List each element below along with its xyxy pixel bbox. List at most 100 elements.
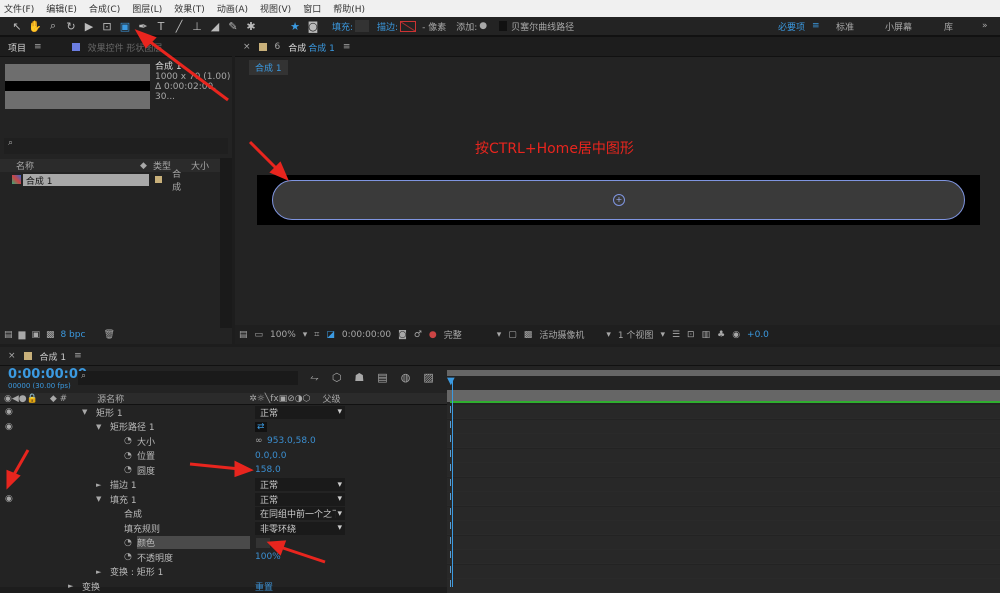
- grid-icon[interactable]: ▩: [524, 330, 533, 340]
- property-value[interactable]: 100%: [255, 552, 281, 562]
- layer-property-row[interactable]: ◔ 位置 0.0,0.0: [0, 449, 447, 463]
- tab-timeline-comp[interactable]: 合成 1: [40, 350, 67, 363]
- expand-arrow-icon[interactable]: ▼: [96, 495, 101, 503]
- tab-project[interactable]: 项目: [8, 41, 26, 54]
- timeline-track[interactable]: [447, 463, 1000, 477]
- roto-brush-tool-icon[interactable]: ✎: [224, 20, 242, 33]
- snapshot-icon[interactable]: ◙: [398, 330, 407, 340]
- time-ruler[interactable]: [447, 376, 1000, 390]
- show-snapshot-icon[interactable]: ♂: [414, 330, 422, 340]
- always-preview-icon[interactable]: ▤: [239, 330, 248, 340]
- viewer-timecode[interactable]: 0:00:00:00: [342, 330, 391, 340]
- timeline-track[interactable]: [447, 579, 1000, 593]
- layer-property-row[interactable]: ► 描边 1 正常 ▾: [0, 478, 447, 492]
- timeline-track[interactable]: [447, 550, 1000, 564]
- new-folder-icon[interactable]: ▆: [19, 330, 26, 340]
- layer-property-row[interactable]: ◔ 颜色 ⊸: [0, 536, 447, 550]
- timeline-track[interactable]: [447, 448, 1000, 463]
- property-value[interactable]: 953.0,58.0: [267, 436, 316, 446]
- mode-dropdown[interactable]: 正常 ▾: [255, 492, 345, 506]
- tab-effect-controls[interactable]: 效果控件 形状图层: [88, 41, 163, 54]
- close-icon[interactable]: ×: [8, 351, 16, 361]
- stopwatch-icon[interactable]: ◔: [124, 465, 132, 475]
- anchor-point-icon[interactable]: +: [613, 194, 625, 206]
- menu-item[interactable]: 窗口: [303, 2, 321, 15]
- timeline-track[interactable]: [447, 405, 1000, 419]
- fill-swatch[interactable]: [355, 20, 370, 32]
- workspace-standard[interactable]: 标准: [836, 20, 854, 33]
- playhead-handle-icon[interactable]: ▼: [447, 376, 455, 387]
- frame-blending-icon[interactable]: ▤: [377, 371, 387, 385]
- layer-property-row[interactable]: ◉ ▼ 填充 1 正常 ▾: [0, 492, 447, 506]
- pen-tool-icon[interactable]: ✒: [134, 20, 152, 33]
- property-value[interactable]: 0.0,0.0: [255, 451, 287, 461]
- col-name[interactable]: 名称: [16, 159, 34, 172]
- menu-item[interactable]: 视图(V): [260, 2, 291, 15]
- transparency-grid-icon[interactable]: ◪: [326, 330, 335, 340]
- mode-dropdown[interactable]: 正常 ▾: [255, 478, 345, 491]
- col-source-name[interactable]: 源名称: [97, 392, 124, 405]
- stroke-swatch[interactable]: [400, 20, 417, 32]
- collapse-arrow-icon[interactable]: ►: [96, 568, 101, 576]
- resolution-dropdown[interactable]: 完整: [444, 328, 490, 341]
- layer-property-row[interactable]: ◉ ▼ 矩形路径 1 ⇄: [0, 420, 447, 434]
- flowchart-icon[interactable]: ♣: [717, 330, 725, 340]
- bpc-button[interactable]: 8 bpc: [60, 330, 85, 340]
- brush-tool-icon[interactable]: ╱: [170, 20, 188, 33]
- project-item[interactable]: 合成 1 合成 ♣: [0, 170, 232, 193]
- col-parent[interactable]: 父级: [322, 392, 340, 405]
- layer-property-row[interactable]: ◔ 不透明度 100%: [0, 550, 447, 564]
- menu-item[interactable]: 效果(T): [174, 2, 205, 15]
- timeline-track[interactable]: [447, 564, 1000, 579]
- shy-icon[interactable]: ☗: [354, 371, 364, 385]
- expand-arrow-icon[interactable]: ▼: [96, 423, 101, 431]
- zoom-tool-icon[interactable]: ⌕: [44, 19, 62, 33]
- add-icon[interactable]: ●: [479, 21, 487, 31]
- clone-stamp-tool-icon[interactable]: ⊥: [188, 20, 206, 33]
- expand-arrow-icon[interactable]: ▼: [82, 408, 87, 416]
- timeline-icon[interactable]: ▥: [702, 330, 711, 340]
- timeline-track[interactable]: [447, 521, 1000, 535]
- eye-icon[interactable]: ◉: [5, 407, 13, 417]
- project-search-input[interactable]: ⌕: [4, 138, 228, 154]
- rotate-tool-icon[interactable]: ↻: [62, 20, 80, 33]
- channel-icon[interactable]: ●: [429, 330, 437, 340]
- hand-tool-icon[interactable]: ✋: [26, 20, 44, 33]
- more-workspaces[interactable]: »: [982, 21, 988, 31]
- timeline-track[interactable]: [447, 419, 1000, 434]
- mode-dropdown[interactable]: 正常 ▾: [255, 405, 345, 419]
- trash-icon[interactable]: 🗑: [103, 330, 114, 340]
- workspace-small-screen[interactable]: 小屏幕: [885, 20, 912, 33]
- stopwatch-icon[interactable]: ◔: [124, 552, 132, 562]
- playhead[interactable]: [452, 378, 453, 587]
- item-name[interactable]: 合成 1: [22, 173, 150, 187]
- layer-property-row[interactable]: ► 变换 重置: [0, 579, 447, 593]
- workspace-library[interactable]: 库: [944, 20, 953, 33]
- color-swatch[interactable]: [256, 537, 270, 548]
- layer-property-row[interactable]: ◉ ▼ 矩形 1 正常 ▾: [0, 405, 447, 419]
- timeline-search-input[interactable]: ⌕: [78, 371, 298, 385]
- menu-item[interactable]: 编辑(E): [46, 2, 77, 15]
- menu-item[interactable]: 帮助(H): [333, 2, 365, 15]
- stopwatch-icon[interactable]: ◔: [124, 538, 132, 548]
- property-value[interactable]: 158.0: [255, 465, 281, 475]
- timeline-track[interactable]: [447, 535, 1000, 550]
- col-type[interactable]: 类型: [153, 159, 171, 172]
- close-icon[interactable]: ×: [243, 42, 251, 52]
- settings-icon[interactable]: ▩: [46, 330, 55, 340]
- current-time[interactable]: 0:00:00:00: [8, 367, 87, 382]
- stopwatch-icon[interactable]: ◔: [124, 436, 132, 446]
- new-comp-icon[interactable]: ▣: [31, 330, 40, 340]
- timeline-track[interactable]: [447, 506, 1000, 521]
- selection-tool-icon[interactable]: ↖: [8, 20, 26, 33]
- layer-property-row[interactable]: ◔ 大小 ∞ 953.0,58.0: [0, 434, 447, 448]
- add-label[interactable]: 添加:: [456, 20, 477, 33]
- roi-icon[interactable]: ▢: [508, 330, 517, 340]
- bezier-checkbox[interactable]: [499, 21, 508, 31]
- tab-composition[interactable]: 合成: [288, 41, 306, 54]
- eyedropper-icon[interactable]: ⊸: [276, 538, 284, 548]
- toggle-pixel-icon[interactable]: ☰: [672, 330, 680, 340]
- pan-behind-tool-icon[interactable]: ⊡: [98, 20, 116, 33]
- exposure-value[interactable]: +0.0: [747, 330, 769, 340]
- fast-preview-icon[interactable]: ⊡: [687, 330, 695, 340]
